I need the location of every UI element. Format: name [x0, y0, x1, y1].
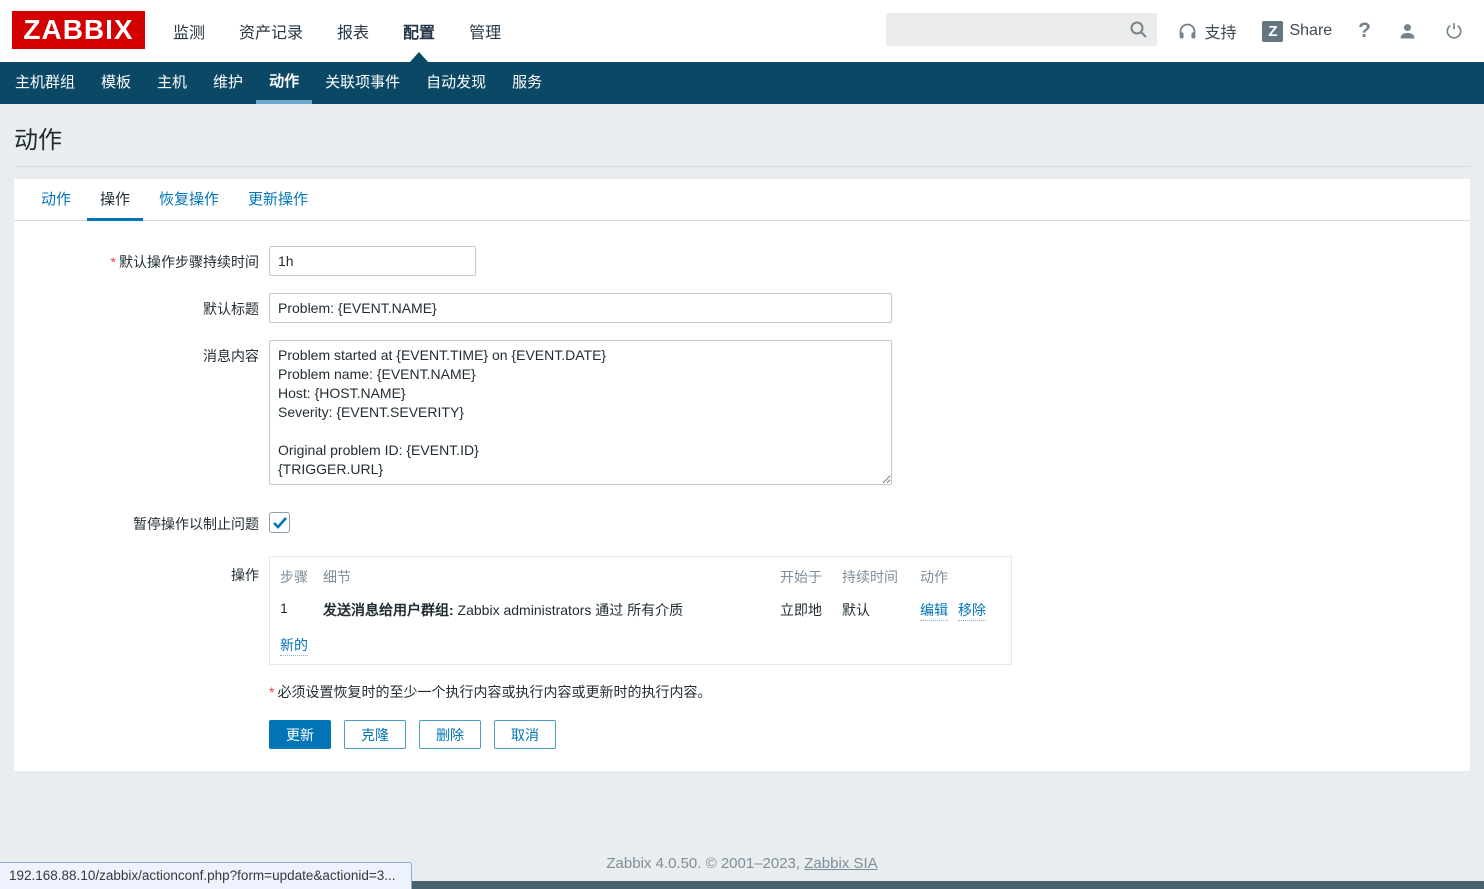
tab-bar: 动作 操作 恢复操作 更新操作	[14, 179, 1470, 221]
share-label: Share	[1289, 22, 1332, 40]
zabbix-sia-link[interactable]: Zabbix SIA	[804, 855, 877, 872]
message-row: 消息内容 Problem started at {EVENT.TIME} on …	[14, 340, 1470, 488]
menu-configuration[interactable]: 配置	[403, 19, 435, 43]
page-title: 动作	[14, 104, 1470, 167]
new-operation-link[interactable]: 新的	[280, 635, 308, 656]
share-link[interactable]: Z Share	[1262, 21, 1332, 42]
remove-operation-link[interactable]: 移除	[958, 600, 986, 621]
op-details: 发送消息给用户群组: Zabbix administrators 通过 所有介质	[323, 600, 780, 621]
pause-label: 暂停操作以制止问题	[14, 512, 259, 534]
col-details: 细节	[323, 567, 780, 587]
menu-monitoring[interactable]: 监测	[173, 19, 205, 43]
subnav-services[interactable]: 服务	[499, 62, 555, 104]
config-subnav: 主机群组 模板 主机 维护 动作 关联项事件 自动发现 服务	[0, 62, 1484, 104]
subnav-discovery[interactable]: 自动发现	[413, 62, 499, 104]
op-step: 1	[280, 600, 323, 621]
tab-update-operations[interactable]: 更新操作	[235, 179, 321, 221]
menu-administration[interactable]: 管理	[469, 19, 501, 43]
col-action: 动作	[920, 567, 1001, 587]
zabbix-share-icon: Z	[1262, 21, 1283, 42]
action-edit-card: 动作 操作 恢复操作 更新操作 *默认操作步骤持续时间 默认标题	[14, 179, 1470, 771]
subnav-templates[interactable]: 模板	[88, 62, 144, 104]
op-start: 立即地	[780, 600, 842, 621]
menu-reports[interactable]: 报表	[337, 19, 369, 43]
search-input[interactable]	[886, 13, 1157, 46]
operations-label: 操作	[14, 556, 259, 585]
cancel-button[interactable]: 取消	[494, 720, 556, 749]
col-step: 步骤	[280, 567, 323, 587]
table-row: 1 发送消息给用户群组: Zabbix administrators 通过 所有…	[280, 600, 1001, 621]
tab-action[interactable]: 动作	[28, 179, 84, 221]
power-icon	[1444, 21, 1464, 41]
message-textarea[interactable]: Problem started at {EVENT.TIME} on {EVEN…	[269, 340, 892, 485]
tab-operations[interactable]: 操作	[87, 179, 143, 221]
clone-button[interactable]: 克隆	[344, 720, 406, 749]
search-icon[interactable]	[1129, 20, 1148, 39]
headset-icon	[1177, 21, 1198, 42]
operations-row: 操作 步骤 细节 开始于 持续时间 动作 1 发送消息给用户群组: Zabbix…	[14, 556, 1470, 665]
page-content: 动作 动作 操作 恢复操作 更新操作 *默认操作步骤持续时间 默认标题	[0, 104, 1484, 889]
search-box	[886, 13, 1157, 46]
footer-version-text: Zabbix 4.0.50. © 2001–2023,	[606, 855, 804, 872]
required-note: *必须设置恢复时的至少一个执行内容或执行内容或更新时的执行内容。	[269, 682, 1470, 702]
default-subject-input[interactable]	[269, 293, 892, 323]
support-label: 支持	[1204, 19, 1236, 43]
col-start-in: 开始于	[780, 567, 842, 587]
operations-table: 步骤 细节 开始于 持续时间 动作 1 发送消息给用户群组: Zabbix ad…	[269, 556, 1012, 665]
pause-checkbox[interactable]	[269, 512, 290, 533]
operations-table-header: 步骤 细节 开始于 持续时间 动作	[280, 567, 1001, 587]
step-duration-row: *默认操作步骤持续时间	[14, 246, 1470, 276]
step-duration-label: *默认操作步骤持续时间	[14, 246, 259, 272]
top-bar: ZABBIX 监测 资产记录 报表 配置 管理 支持 Z Share ?	[0, 0, 1484, 62]
subnav-hosts[interactable]: 主机	[144, 62, 200, 104]
logout-button[interactable]	[1444, 21, 1464, 41]
help-button[interactable]: ?	[1358, 19, 1371, 43]
checkmark-icon	[273, 517, 287, 529]
profile-button[interactable]	[1397, 21, 1418, 42]
main-menu: 监测 资产记录 报表 配置 管理	[173, 0, 501, 62]
topbar-actions: 支持 Z Share ?	[1177, 0, 1464, 62]
subnav-event-correlation[interactable]: 关联项事件	[312, 62, 413, 104]
operations-form: *默认操作步骤持续时间 默认标题 消息内容 Problem started at…	[14, 221, 1470, 749]
active-menu-pointer	[410, 52, 428, 62]
col-duration: 持续时间	[842, 567, 920, 587]
tab-recovery-operations[interactable]: 恢复操作	[146, 179, 232, 221]
form-buttons: 更新 克隆 删除 取消	[269, 720, 1470, 749]
required-asterisk: *	[111, 254, 116, 270]
delete-button[interactable]: 删除	[419, 720, 481, 749]
menu-inventory[interactable]: 资产记录	[239, 19, 303, 43]
pause-row: 暂停操作以制止问题	[14, 512, 1470, 534]
edit-operation-link[interactable]: 编辑	[920, 600, 948, 621]
subnav-actions[interactable]: 动作	[256, 62, 312, 104]
subnav-host-groups[interactable]: 主机群组	[2, 62, 88, 104]
step-duration-input[interactable]	[269, 246, 476, 276]
default-subject-row: 默认标题	[14, 293, 1470, 323]
update-button[interactable]: 更新	[269, 720, 331, 749]
op-duration: 默认	[842, 600, 920, 621]
person-icon	[1397, 21, 1418, 42]
message-label: 消息内容	[14, 340, 259, 366]
zabbix-logo[interactable]: ZABBIX	[12, 11, 145, 49]
support-link[interactable]: 支持	[1177, 19, 1236, 43]
required-asterisk: *	[269, 684, 274, 700]
browser-status-url: 192.168.88.10/zabbix/actionconf.php?form…	[0, 862, 412, 889]
default-subject-label: 默认标题	[14, 293, 259, 319]
subnav-maintenance[interactable]: 维护	[200, 62, 256, 104]
